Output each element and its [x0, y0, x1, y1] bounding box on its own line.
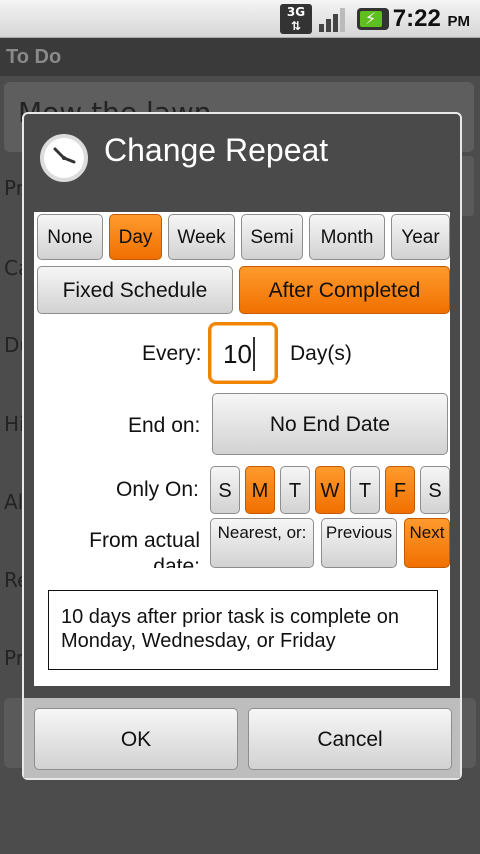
day-monday-toggle[interactable]: M — [245, 466, 275, 514]
dialog-content: None Day Week Semi Month Year Fixed Sche… — [34, 212, 450, 686]
day-sunday-toggle[interactable]: S — [210, 466, 240, 514]
previous-button[interactable]: Previous — [321, 518, 397, 568]
dialog-title-bar: Change Repeat — [24, 114, 460, 210]
day-thursday-toggle[interactable]: T — [350, 466, 380, 514]
end-on-label: End on: — [128, 414, 201, 437]
app-title: To Do — [0, 38, 480, 76]
every-label: Every: — [142, 342, 202, 365]
signal-strength-icon — [317, 4, 349, 34]
every-unit-label: Day(s) — [290, 342, 352, 365]
only-on-label: Only On: — [116, 478, 199, 501]
from-actual-date-label: From actual date: — [89, 529, 200, 568]
fixed-schedule-button[interactable]: Fixed Schedule — [37, 266, 233, 314]
every-input[interactable]: 10 — [208, 322, 278, 384]
clock-time: 7:22 — [392, 5, 441, 32]
period-month-button[interactable]: Month — [309, 214, 385, 260]
battery-charging-icon: ⚡ — [357, 8, 389, 30]
nearest-button[interactable]: Nearest, or: — [210, 518, 314, 568]
next-button[interactable]: Next — [404, 518, 450, 568]
day-saturday-toggle[interactable]: S — [420, 466, 450, 514]
cancel-button[interactable]: Cancel — [248, 708, 452, 770]
text-caret — [253, 337, 255, 371]
change-repeat-dialog: Change Repeat None Day Week Semi Month Y… — [22, 112, 462, 780]
period-none-button[interactable]: None — [37, 214, 103, 260]
bg-label-project: Pr — [4, 646, 24, 670]
status-bar: 3G ⇅ ⚡ 7:22 PM — [0, 0, 480, 38]
clock-icon — [40, 134, 88, 182]
ok-button[interactable]: OK — [34, 708, 238, 770]
end-date-button[interactable]: No End Date — [212, 393, 448, 455]
network-type-label: 3G — [286, 5, 306, 19]
day-tuesday-toggle[interactable]: T — [280, 466, 310, 514]
day-friday-toggle[interactable]: F — [385, 466, 415, 514]
period-year-button[interactable]: Year — [391, 214, 450, 260]
period-week-button[interactable]: Week — [168, 214, 235, 260]
clock-ampm: PM — [447, 13, 471, 30]
dialog-footer: OK Cancel — [24, 698, 460, 778]
day-wednesday-toggle[interactable]: W — [315, 466, 345, 514]
period-day-button[interactable]: Day — [109, 214, 162, 260]
dialog-title: Change Repeat — [104, 132, 329, 168]
3g-data-icon: 3G ⇅ — [280, 4, 312, 34]
period-semi-button[interactable]: Semi — [241, 214, 303, 260]
every-value: 10 — [223, 339, 252, 369]
clock: 7:22 PM — [393, 5, 470, 33]
after-completed-button[interactable]: After Completed — [239, 266, 450, 314]
repeat-summary: 10 days after prior task is complete on … — [48, 590, 438, 670]
bg-label-alarm: Al — [4, 490, 24, 514]
